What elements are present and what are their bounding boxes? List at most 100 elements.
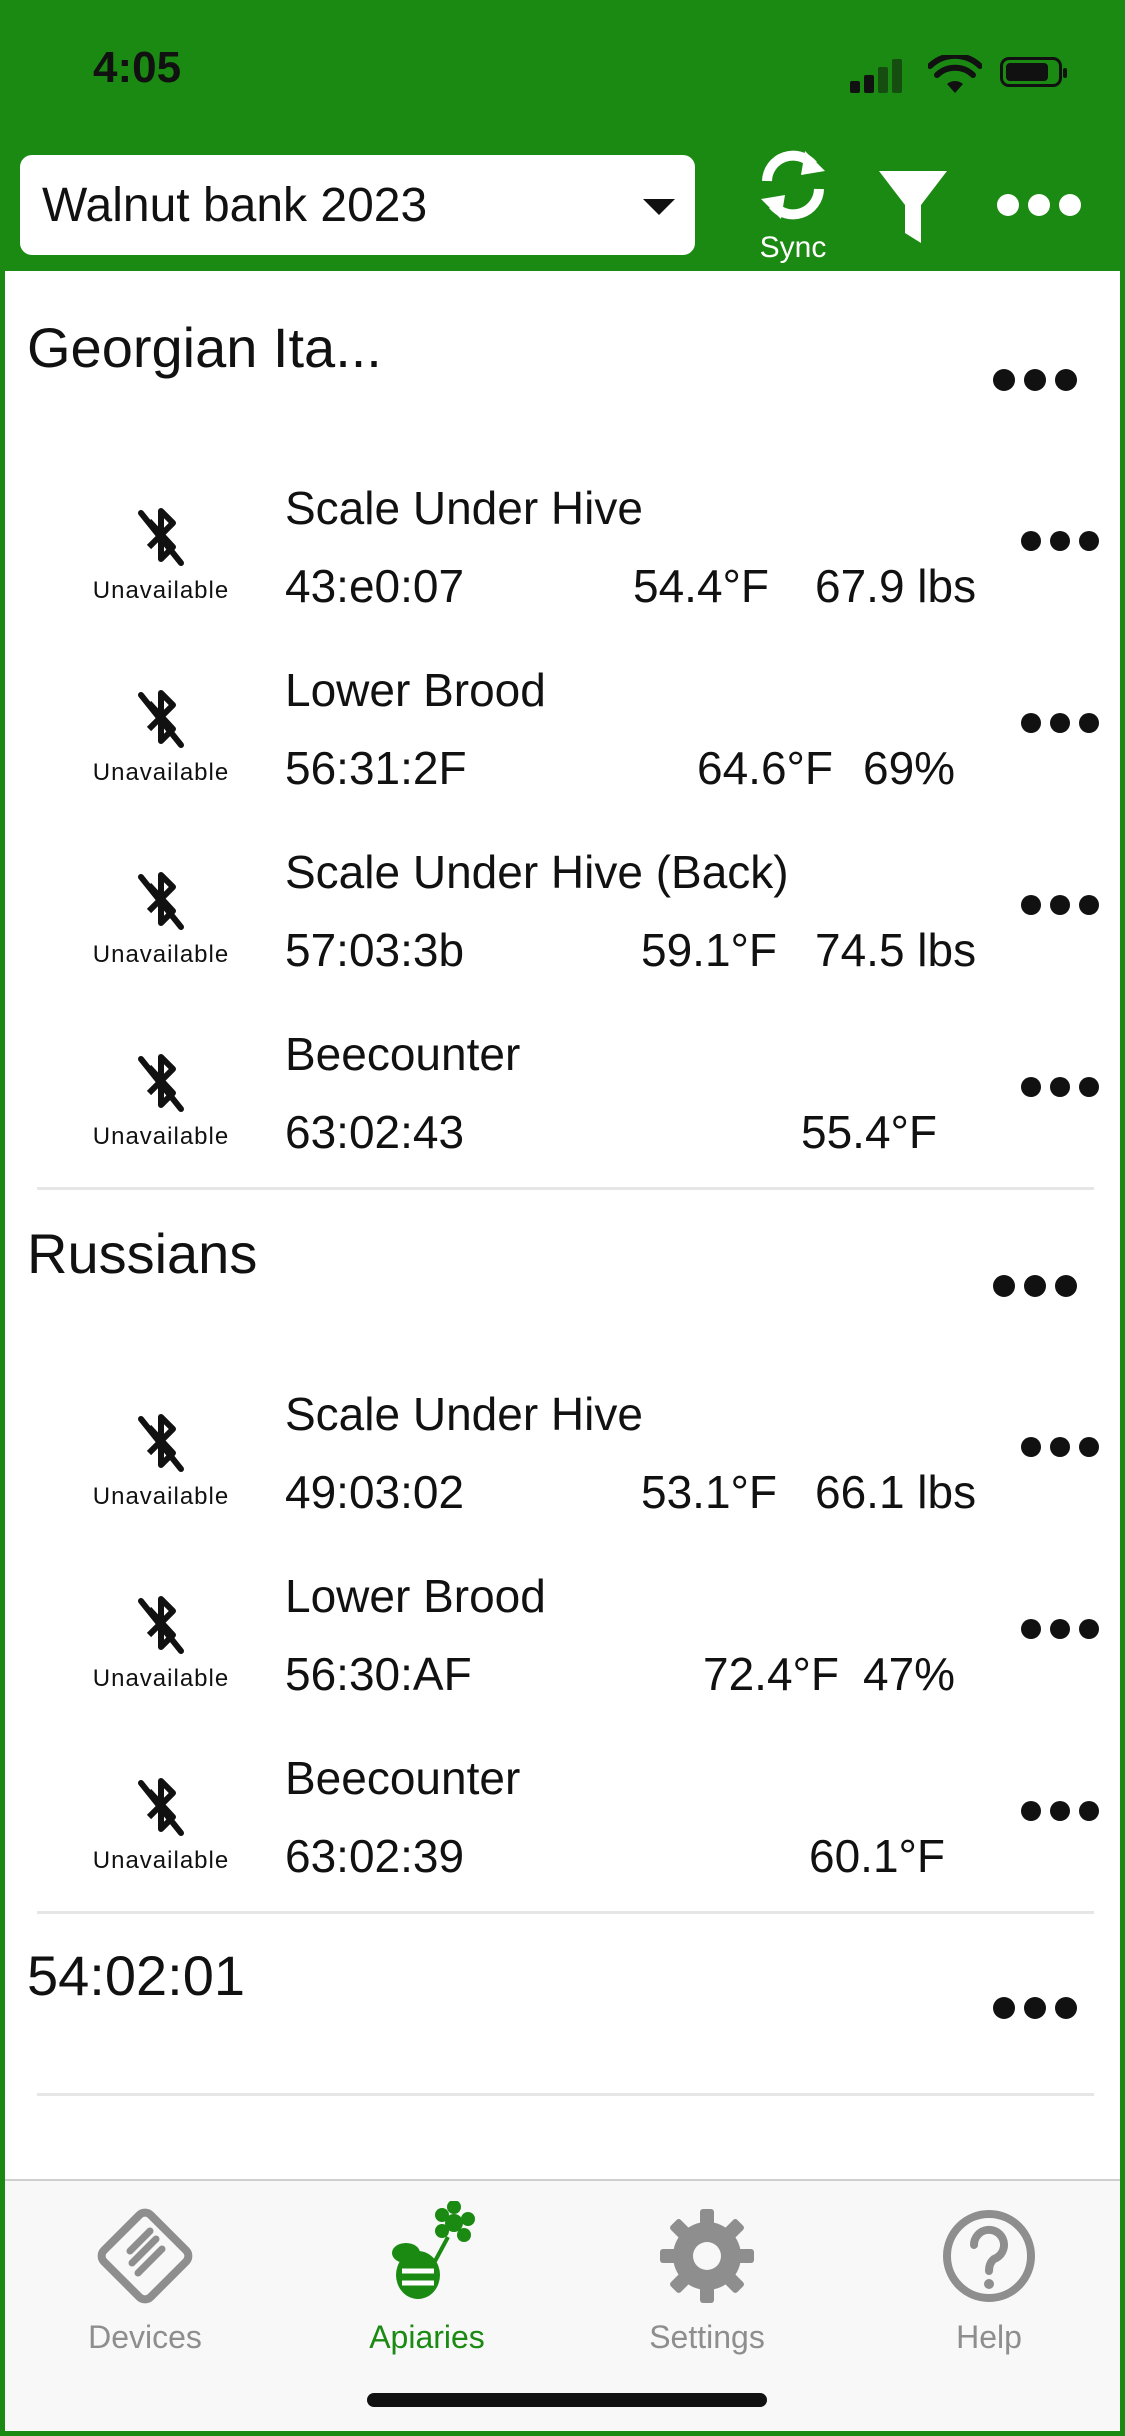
group-title: Georgian Ita... — [27, 316, 382, 379]
dot — [993, 369, 1015, 391]
group-more-button[interactable] — [993, 369, 1077, 391]
device-id: 56:30:AF — [285, 1648, 472, 1700]
bluetooth-status: Unavailable — [91, 1589, 231, 1693]
app-screen: 4:05 Walnut bank 2023 Sync Georgian Ita.… — [0, 0, 1125, 2436]
device-id: 43:e0:07 — [285, 560, 465, 612]
device-name: Lower Brood — [285, 664, 546, 716]
dot — [1055, 369, 1077, 391]
filter-icon — [879, 171, 947, 243]
bluetooth-disabled-icon — [138, 690, 184, 748]
device-status-label: Unavailable — [92, 941, 230, 968]
dot — [1021, 1077, 1041, 1097]
home-indicator[interactable] — [367, 2393, 767, 2407]
dot — [1021, 1619, 1041, 1639]
dot — [1050, 713, 1070, 733]
gear-icon — [660, 2209, 754, 2303]
apiary-dropdown[interactable]: Walnut bank 2023 — [20, 155, 695, 255]
device-row[interactable]: Unavailable Beecounter 63:02:43 55.4°F — [5, 1017, 1120, 1197]
status-time: 4:05 — [93, 43, 182, 92]
device-temperature: 55.4°F — [801, 1106, 938, 1158]
dot — [1024, 1275, 1046, 1297]
device-more-button[interactable] — [1021, 713, 1099, 733]
sync-button[interactable]: Sync — [753, 135, 833, 275]
device-status-label: Unavailable — [92, 577, 230, 604]
device-more-button[interactable] — [1021, 1801, 1099, 1821]
bluetooth-status: Unavailable — [91, 683, 231, 787]
device-row[interactable]: Unavailable Scale Under Hive 43:e0:07 54… — [5, 471, 1120, 651]
bottom-tab-bar: Devices Apiaries Settings Help — [5, 2179, 1120, 2431]
device-weight: 67.9 lbs — [815, 560, 977, 612]
device-more-button[interactable] — [1021, 1077, 1099, 1097]
device-more-button[interactable] — [1021, 1619, 1099, 1639]
filter-button[interactable] — [873, 163, 953, 253]
apiary-dropdown-value: Walnut bank 2023 — [42, 178, 428, 232]
device-more-button[interactable] — [1021, 531, 1099, 551]
devices-icon — [97, 2208, 193, 2304]
group-more-button[interactable] — [993, 1275, 1077, 1297]
dot — [1079, 1801, 1099, 1821]
device-id: 56:31:2F — [285, 742, 467, 794]
device-row[interactable]: Unavailable Beecounter 63:02:39 60.1°F — [5, 1741, 1120, 1921]
dot — [1050, 1077, 1070, 1097]
dot — [1021, 531, 1041, 551]
sync-label: Sync — [759, 231, 827, 264]
device-status-label: Unavailable — [92, 1847, 230, 1874]
bluetooth-disabled-icon — [138, 1414, 184, 1472]
more-options-button[interactable] — [997, 185, 1097, 225]
dot — [1021, 895, 1041, 915]
device-row[interactable]: Unavailable Scale Under Hive 49:03:02 53… — [5, 1377, 1120, 1557]
device-name: Beecounter — [285, 1028, 521, 1080]
tab-label: Settings — [649, 2319, 765, 2355]
bluetooth-disabled-icon — [138, 1054, 184, 1112]
bluetooth-disabled-icon — [138, 508, 184, 566]
cellular-signal-icon — [850, 53, 910, 93]
tab-devices[interactable]: Devices — [45, 2181, 245, 2355]
dot — [1021, 713, 1041, 733]
tab-apiaries[interactable]: Apiaries — [327, 2181, 527, 2355]
dot — [1028, 194, 1050, 216]
device-name: Scale Under Hive (Back) — [285, 846, 789, 898]
bluetooth-disabled-icon — [138, 1596, 184, 1654]
dot — [1024, 1997, 1046, 2019]
bluetooth-disabled-icon — [138, 872, 184, 930]
device-id: 63:02:39 — [285, 1830, 465, 1882]
bluetooth-status: Unavailable — [91, 1771, 231, 1875]
device-name: Lower Brood — [285, 1570, 546, 1622]
dot — [997, 194, 1019, 216]
dot — [1021, 1801, 1041, 1821]
dot — [1055, 1997, 1077, 2019]
device-temperature: 54.4°F — [633, 560, 770, 612]
divider — [37, 1187, 1094, 1190]
device-humidity: 47% — [863, 1648, 956, 1700]
dot — [993, 1997, 1015, 2019]
dot — [1059, 194, 1081, 216]
dot — [1024, 369, 1046, 391]
device-temperature: 53.1°F — [641, 1466, 778, 1518]
device-more-button[interactable] — [1021, 1437, 1099, 1457]
bluetooth-status: Unavailable — [91, 1047, 231, 1151]
dot — [1055, 1275, 1077, 1297]
device-row[interactable]: Unavailable Scale Under Hive (Back) 57:0… — [5, 835, 1120, 1015]
help-icon — [943, 2210, 1035, 2302]
device-temperature: 72.4°F — [703, 1648, 840, 1700]
device-name: Beecounter — [285, 1752, 521, 1804]
device-status-label: Unavailable — [92, 1123, 230, 1150]
group-more-button[interactable] — [993, 1997, 1077, 2019]
device-row[interactable]: Unavailable Lower Brood 56:31:2F 64.6°F … — [5, 653, 1120, 833]
device-temperature: 60.1°F — [809, 1830, 946, 1882]
device-status-label: Unavailable — [92, 1483, 230, 1510]
sync-icon — [761, 150, 825, 220]
dot — [1079, 1619, 1099, 1639]
tab-settings[interactable]: Settings — [607, 2181, 807, 2355]
device-row[interactable]: Unavailable Lower Brood 56:30:AF 72.4°F … — [5, 1559, 1120, 1739]
bluetooth-status: Unavailable — [91, 865, 231, 969]
tab-help[interactable]: Help — [889, 2181, 1089, 2355]
dot — [1079, 531, 1099, 551]
device-weight: 74.5 lbs — [815, 924, 977, 976]
bluetooth-disabled-icon — [138, 1778, 184, 1836]
device-more-button[interactable] — [1021, 895, 1099, 915]
dot — [1050, 1437, 1070, 1457]
dot — [1021, 1437, 1041, 1457]
divider — [37, 1911, 1094, 1914]
dot — [1050, 1619, 1070, 1639]
